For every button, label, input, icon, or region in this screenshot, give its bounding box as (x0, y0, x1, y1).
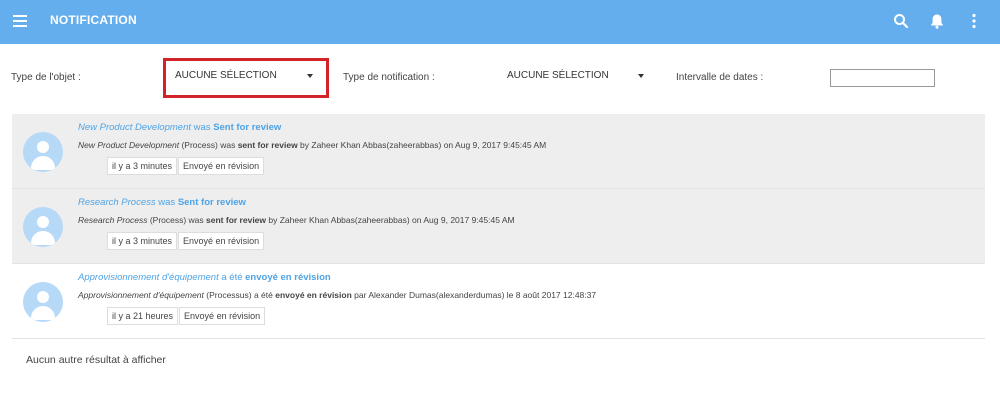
notification-type-label: Type de notification : (343, 72, 435, 83)
notification-tags: il y a 21 heures Envoyé en révision (107, 306, 266, 325)
notification-item[interactable]: New Product Development was Sent for rev… (12, 114, 985, 189)
detail-rest: par Alexander Dumas(alexanderdumas) le 8… (351, 290, 597, 300)
object-type-select[interactable]: AUCUNE SÉLECTION (175, 70, 315, 81)
search-icon[interactable] (892, 12, 910, 30)
more-vert-icon[interactable] (965, 12, 983, 30)
time-badge: il y a 3 minutes (107, 157, 178, 175)
menu-icon[interactable] (13, 15, 27, 27)
date-range-input[interactable] (830, 69, 935, 87)
title-action: envoyé en révision (245, 272, 331, 283)
title-action: Sent for review (213, 122, 282, 133)
notification-title[interactable]: New Product Development was Sent for rev… (78, 122, 281, 133)
notification-tags: il y a 3 minutes Envoyé en révision (107, 231, 265, 250)
chevron-down-icon (638, 74, 644, 78)
title-item-name[interactable]: Approvisionnement d'équipement (78, 272, 219, 283)
notification-list: New Product Development was Sent for rev… (12, 114, 985, 339)
status-badge: Envoyé en révision (178, 157, 265, 175)
avatar (23, 132, 63, 172)
status-badge: Envoyé en révision (179, 307, 266, 325)
detail-type: (Process) was (179, 140, 238, 150)
detail-action: envoyé en révision (275, 290, 352, 300)
notification-type-select[interactable]: AUCUNE SÉLECTION (507, 70, 647, 81)
avatar (23, 207, 63, 247)
bell-icon[interactable] (928, 12, 946, 30)
time-badge: il y a 3 minutes (107, 232, 178, 250)
notification-detail: Approvisionnement d'équipement (Processu… (78, 290, 596, 300)
notification-item[interactable]: Research Process was Sent for review Res… (12, 189, 985, 264)
page-title: NOTIFICATION (50, 13, 137, 27)
detail-item-name: Approvisionnement d'équipement (78, 290, 204, 300)
detail-action: sent for review (237, 140, 298, 150)
status-badge: Envoyé en révision (178, 232, 265, 250)
title-item-name[interactable]: Research Process (78, 197, 156, 208)
title-item-name[interactable]: New Product Development (78, 122, 191, 133)
notification-detail: New Product Development (Process) was se… (78, 140, 546, 150)
no-more-results: Aucun autre résultat à afficher (26, 354, 166, 366)
object-type-label: Type de l'objet : (11, 72, 81, 83)
detail-rest: by Zaheer Khan Abbas(zaheerabbas) on Aug… (266, 215, 515, 225)
notification-type-value: AUCUNE SÉLECTION (507, 70, 609, 81)
detail-type: (Process) was (147, 215, 207, 225)
filter-bar: Type de l'objet : AUCUNE SÉLECTION Type … (0, 44, 1000, 110)
detail-rest: by Zaheer Khan Abbas(zaheerabbas) on Aug… (297, 140, 547, 150)
notification-title[interactable]: Research Process was Sent for review (78, 197, 246, 208)
avatar (23, 282, 63, 322)
app-bar: NOTIFICATION (0, 0, 1000, 44)
title-connector: was (191, 122, 214, 133)
title-connector: was (155, 197, 178, 208)
notification-detail: Research Process (Process) was sent for … (78, 215, 515, 225)
chevron-down-icon (307, 74, 313, 78)
notification-tags: il y a 3 minutes Envoyé en révision (107, 156, 265, 175)
detail-item-name: Research Process (78, 215, 148, 225)
notification-item[interactable]: Approvisionnement d'équipement a été env… (12, 264, 985, 339)
detail-action: sent for review (206, 215, 267, 225)
title-connector: a été (218, 272, 246, 283)
detail-item-name: New Product Development (78, 140, 180, 150)
detail-type: (Processus) a été (203, 290, 276, 300)
time-badge: il y a 21 heures (107, 307, 179, 325)
title-action: Sent for review (177, 197, 246, 208)
date-range-label: Intervalle de dates : (676, 72, 764, 83)
notification-title[interactable]: Approvisionnement d'équipement a été env… (78, 272, 331, 283)
object-type-value: AUCUNE SÉLECTION (175, 70, 277, 81)
